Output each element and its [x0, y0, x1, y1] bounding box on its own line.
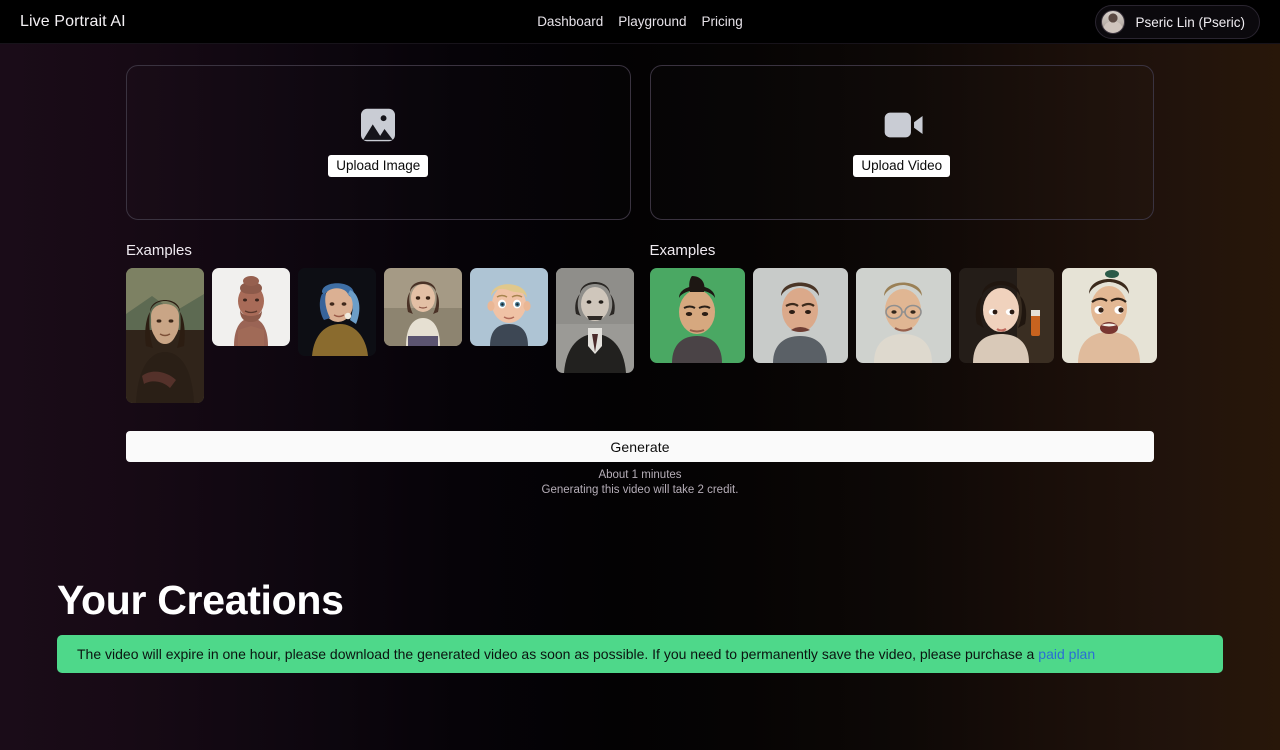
user-avatar-photo [1101, 10, 1126, 34]
example-image-cartoon-boy[interactable] [470, 268, 548, 346]
image-dropzone[interactable]: Upload Image [126, 65, 631, 220]
examples-row: Examples Examples [0, 242, 1280, 403]
page-root: Live Portrait AI Dashboard Playground Pr… [0, 0, 1280, 750]
example-video-surprised-woman[interactable] [1061, 268, 1157, 363]
generate-credits-label: Generating this video will take 2 credit… [541, 483, 739, 496]
video-dropzone[interactable]: Upload Video [649, 65, 1154, 220]
image-examples-list [126, 268, 634, 403]
generate-button[interactable]: Generate [126, 431, 1154, 462]
example-video-asian-woman[interactable] [958, 268, 1054, 363]
example-image-terracotta-warrior[interactable] [212, 268, 290, 346]
video-panel: Upload Video [649, 65, 1154, 220]
creations-section: Your Creations The video will expire in … [0, 577, 1280, 674]
user-name-label: Pseric Lin (Pseric) [1135, 14, 1245, 30]
upload-panels: Upload Image Upload Video [0, 65, 1280, 220]
video-examples-list [649, 268, 1157, 363]
user-menu-button[interactable]: Pseric Lin (Pseric) [1095, 5, 1260, 39]
generate-note: About 1 minutes Generating this video wi… [126, 468, 1154, 497]
example-video-green-screen-man[interactable] [649, 268, 745, 363]
upload-video-button[interactable]: Upload Video [853, 154, 951, 178]
image-placeholder-icon [359, 108, 397, 142]
brand-logo[interactable]: Live Portrait AI [20, 13, 126, 31]
example-image-mona-lisa[interactable] [126, 268, 204, 403]
nav-link-playground[interactable]: Playground [618, 14, 686, 29]
example-image-girl-pearl-earring[interactable] [298, 268, 376, 356]
image-examples: Examples [126, 242, 634, 403]
expiry-banner: The video will expire in one hour, pleas… [57, 635, 1223, 674]
nav-link-dashboard[interactable]: Dashboard [537, 14, 603, 29]
top-navbar: Live Portrait AI Dashboard Playground Pr… [0, 0, 1280, 44]
workspace: Upload Image Upload Video Examples Examp… [0, 44, 1280, 497]
primary-nav: Dashboard Playground Pricing [0, 14, 1280, 29]
example-image-einstein[interactable] [556, 268, 634, 373]
video-examples-title: Examples [649, 242, 716, 259]
image-examples-title: Examples [126, 242, 192, 259]
example-video-glasses-man[interactable] [855, 268, 951, 363]
generate-section: Generate About 1 minutes Generating this… [0, 431, 1280, 497]
image-panel: Upload Image [126, 65, 631, 220]
upload-image-button[interactable]: Upload Image [328, 154, 429, 178]
video-examples: Examples [649, 242, 1157, 403]
page-title: Your Creations [57, 577, 344, 624]
expiry-banner-text: The video will expire in one hour, pleas… [77, 646, 1035, 663]
video-camera-icon [883, 108, 923, 142]
example-image-bouguereau-child[interactable] [384, 268, 462, 346]
paid-plan-link[interactable]: paid plan [1038, 646, 1095, 662]
example-video-grimacing-man[interactable] [752, 268, 848, 363]
generate-eta-label: About 1 minutes [598, 469, 682, 481]
nav-link-pricing[interactable]: Pricing [702, 14, 743, 29]
